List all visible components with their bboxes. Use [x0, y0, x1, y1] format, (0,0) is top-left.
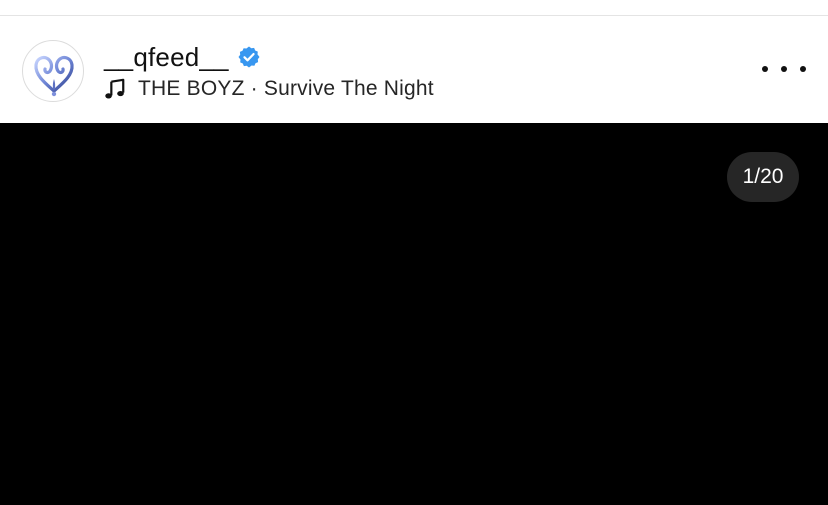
- verified-badge-icon: [238, 46, 260, 68]
- username[interactable]: __qfeed__: [104, 42, 229, 73]
- post-header: __qfeed__ THE BOYZ · Survive The Night: [0, 16, 828, 123]
- post-media[interactable]: 1/20: [0, 123, 828, 505]
- previous-post-edge: [0, 0, 828, 16]
- more-options-icon-dot: [781, 66, 787, 72]
- more-options-icon-dot: [800, 66, 806, 72]
- music-note-icon: [105, 78, 125, 99]
- avatar[interactable]: [22, 40, 84, 102]
- audio-row[interactable]: THE BOYZ · Survive The Night: [104, 76, 434, 102]
- heart-logo-icon: [34, 55, 74, 97]
- carousel-counter: 1/20: [727, 152, 799, 202]
- more-options-button[interactable]: [762, 56, 806, 82]
- instagram-post: __qfeed__ THE BOYZ · Survive The Night 1…: [0, 0, 828, 505]
- song-title: THE BOYZ · Survive The Night: [138, 77, 434, 100]
- more-options-icon: [762, 66, 768, 72]
- username-row: __qfeed__: [104, 40, 261, 74]
